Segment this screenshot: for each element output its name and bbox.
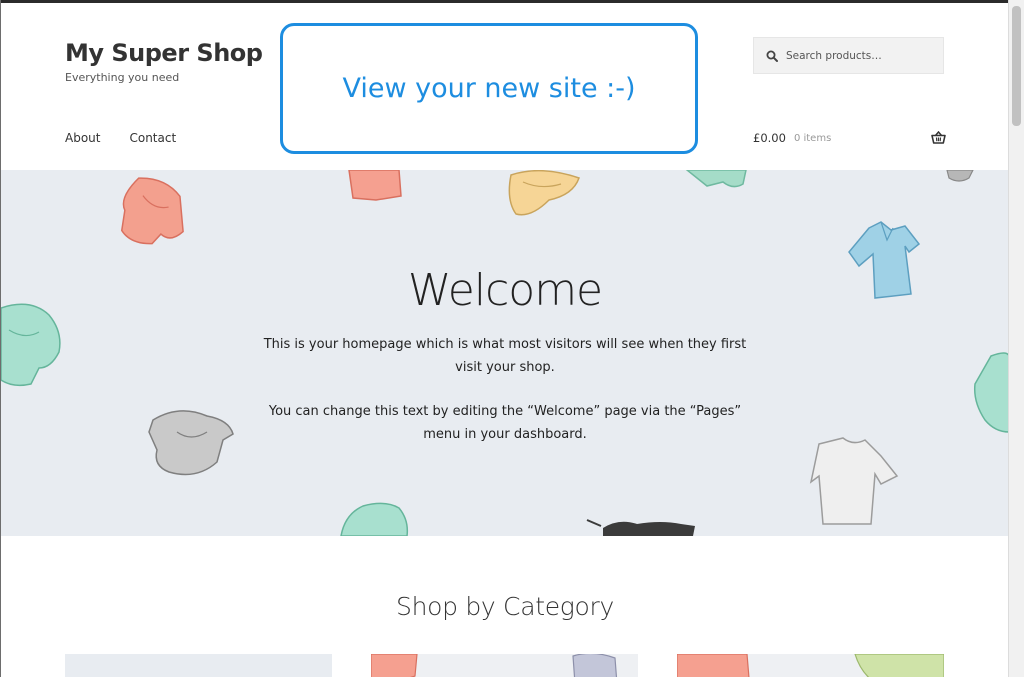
teal-hoodie-bottom-illustration	[340, 502, 409, 536]
site-tagline: Everything you need	[65, 71, 180, 84]
site-title[interactable]: My Super Shop	[65, 39, 263, 67]
teal-hoodie-right-illustration	[973, 352, 1009, 433]
category-thumbnail-illustration	[371, 654, 618, 677]
grey-item-illustration	[946, 170, 974, 182]
yellow-hat-illustration	[508, 170, 580, 216]
nav-item-about[interactable]: About	[65, 131, 100, 145]
hero-banner: Welcome This is your homepage which is w…	[1, 170, 1009, 536]
product-search[interactable]	[753, 37, 944, 74]
category-card[interactable]	[65, 654, 332, 677]
category-card[interactable]	[371, 654, 638, 677]
view-site-callout[interactable]: View your new site :-)	[280, 23, 698, 154]
hero-paragraph-edit-hint: You can change this text by editing the …	[268, 404, 742, 442]
nav-item-contact[interactable]: Contact	[129, 131, 176, 145]
white-tshirt-illustration	[809, 437, 899, 525]
red-hoodie-illustration	[120, 177, 184, 245]
grey-hoodie-illustration	[148, 410, 234, 476]
red-shorts-illustration	[348, 170, 402, 201]
basket-icon[interactable]	[931, 131, 946, 144]
hero-title: Welcome	[407, 265, 603, 316]
cart-count[interactable]: 0 items	[794, 133, 831, 144]
search-icon	[766, 50, 778, 62]
teal-sleeve-illustration	[685, 170, 747, 188]
primary-navigation: About Contact	[65, 131, 176, 145]
cart-total[interactable]: £0.00	[753, 131, 786, 145]
category-card[interactable]	[677, 654, 944, 677]
callout-text[interactable]: View your new site :-)	[342, 73, 635, 104]
teal-sweater-illustration	[1, 303, 61, 387]
hero-paragraph-intro: This is your homepage which is what most…	[263, 337, 747, 375]
scrollbar-thumb[interactable]	[1012, 6, 1021, 126]
sunglasses-illustration	[586, 519, 695, 536]
site-branding: My Super Shop Everything you need	[65, 39, 263, 84]
search-input[interactable]	[784, 48, 938, 63]
header-cart[interactable]: £0.00 0 items	[753, 131, 946, 145]
vertical-scrollbar[interactable]	[1008, 0, 1024, 677]
page: My Super Shop Everything you need About …	[1, 3, 1009, 677]
category-thumbnail-illustration	[677, 654, 944, 677]
category-section-heading: Shop by Category	[396, 592, 614, 621]
